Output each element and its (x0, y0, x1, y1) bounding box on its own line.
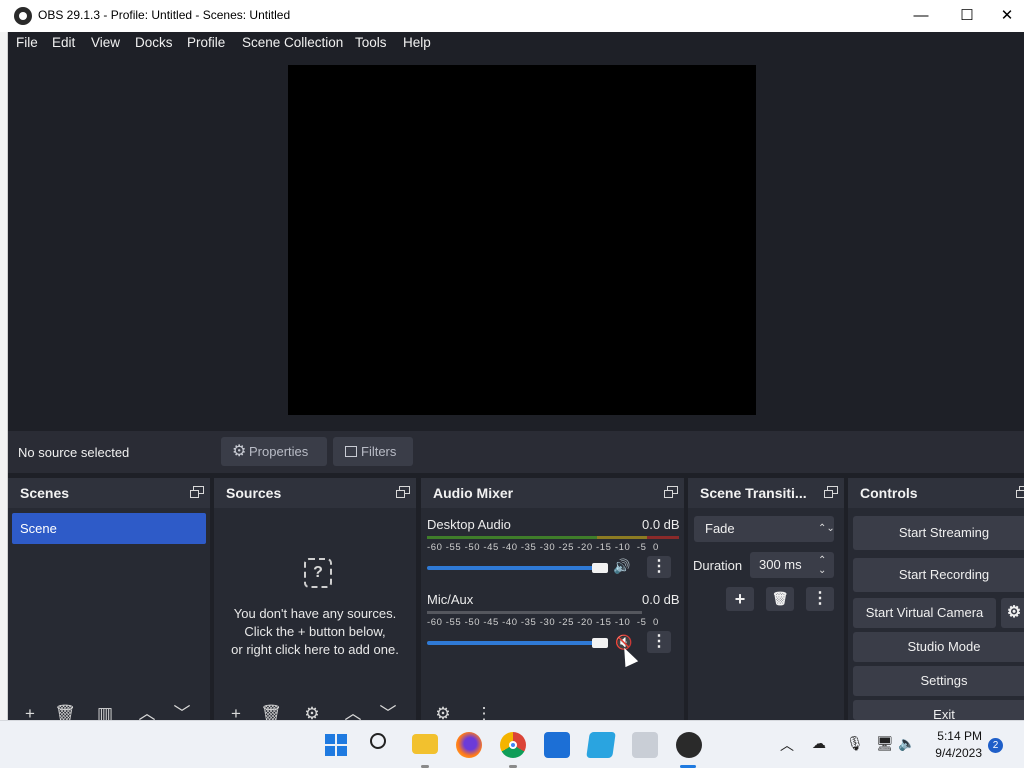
mic-aux-menu-button[interactable]: ⋮ (647, 631, 671, 653)
menu-bar: File Edit View Docks Profile Scene Colle… (8, 32, 1024, 56)
empty-sources-line2: Click the + button below, (244, 624, 386, 639)
menu-profile[interactable]: Profile (187, 35, 225, 50)
mic-aux-volume-handle[interactable] (592, 638, 608, 648)
app-icon-2[interactable] (632, 732, 658, 758)
decrement-icon[interactable]: ⌄ (818, 558, 826, 584)
float-dock-icon[interactable] (824, 486, 839, 499)
float-dock-icon[interactable] (396, 486, 411, 499)
properties-label: Properties (249, 444, 309, 459)
menu-edit[interactable]: Edit (52, 35, 75, 50)
float-dock-icon[interactable] (664, 486, 679, 499)
mic-aux-scale: -60 -55 -50 -45 -40 -35 -30 -25 -20 -15 … (427, 617, 659, 628)
mic-aux-meter (427, 611, 642, 614)
empty-sources-line1: You don't have any sources. (233, 606, 397, 621)
duration-value: 300 ms (759, 557, 802, 572)
obs-logo-icon (14, 7, 32, 25)
filter-icon (345, 446, 357, 457)
title-bar[interactable]: OBS 29.1.3 - Profile: Untitled - Scenes:… (0, 0, 1024, 32)
chevron-updown-icon: ⌃⌄ (818, 523, 835, 534)
taskbar: ︿ ☁ 🎙 🖥 🔈 5:14 PM 9/4/2023 2 (0, 720, 1024, 768)
sources-title: Sources (226, 485, 282, 501)
scene-transitions-title: Scene Transiti... (700, 485, 807, 501)
filters-label: Filters (361, 444, 397, 459)
controls-dock: Controls Start Streaming Start Recording… (848, 478, 1024, 720)
transition-select[interactable]: Fade ⌃⌄ (694, 516, 835, 542)
start-recording-button[interactable]: Start Recording (853, 558, 1024, 592)
desktop-audio-db: 0.0 dB (642, 517, 680, 532)
add-transition-button[interactable]: + (726, 587, 754, 611)
properties-button[interactable]: ⚙ Properties (221, 437, 327, 466)
menu-docks[interactable]: Docks (135, 35, 173, 50)
duration-label: Duration (693, 558, 743, 573)
menu-tools[interactable]: Tools (355, 35, 387, 50)
menu-file[interactable]: File (16, 35, 38, 50)
audio-mixer-title: Audio Mixer (433, 485, 514, 501)
transition-select-value: Fade (705, 521, 735, 536)
clock-date[interactable]: 9/4/2023 (932, 746, 982, 760)
exit-button[interactable]: Exit (853, 700, 1024, 720)
chevron-up-icon[interactable]: ︿ (780, 735, 794, 755)
mic-aux-volume-track[interactable] (427, 641, 605, 645)
desktop-audio-menu-button[interactable]: ⋮ (647, 556, 671, 578)
clock-time[interactable]: 5:14 PM (932, 729, 982, 743)
desktop-audio-meter-yellow (597, 536, 647, 539)
desktop-audio-scale: -60 -55 -50 -45 -40 -35 -30 -25 -20 -15 … (427, 542, 659, 553)
desktop-edge (0, 32, 8, 720)
start-streaming-button[interactable]: Start Streaming (853, 516, 1024, 550)
remove-transition-button[interactable]: 🗑 (766, 587, 794, 611)
mic-aux-label: Mic/Aux (427, 592, 474, 607)
float-dock-icon[interactable] (1016, 486, 1024, 499)
menu-view[interactable]: View (91, 35, 120, 50)
gear-icon: ⚙ (232, 443, 247, 460)
studio-mode-button[interactable]: Studio Mode (853, 632, 1024, 662)
obs-icon[interactable] (676, 732, 702, 758)
desktop-audio-meter-green (427, 536, 597, 539)
scene-list-item[interactable]: Scene (12, 513, 206, 544)
audio-mixer-dock: Audio Mixer Desktop Audio 0.0 dB -60 -55… (421, 478, 684, 723)
window-title: OBS 29.1.3 - Profile: Untitled - Scenes:… (38, 8, 291, 22)
filters-button[interactable]: Filters (333, 437, 413, 466)
scenes-dock: Scenes Scene + 🗑 ▥ ︿ ﹀ (8, 478, 210, 723)
transition-menu-button[interactable]: ⋮ (806, 587, 834, 611)
start-virtual-camera-button[interactable]: Start Virtual Camera (853, 598, 996, 628)
close-button[interactable]: ✕ (990, 0, 1024, 32)
microphone-icon[interactable]: 🎙 (846, 735, 864, 752)
preview-canvas[interactable] (288, 65, 756, 415)
microsoft-store-icon[interactable] (544, 732, 570, 758)
duration-spinbox[interactable]: 300 ms ⌃ ⌄ (750, 552, 834, 578)
minimize-button[interactable]: — (898, 0, 944, 32)
float-dock-icon[interactable] (190, 486, 205, 499)
chrome-center-icon (509, 741, 517, 749)
desktop-audio-label: Desktop Audio (427, 517, 511, 532)
network-icon[interactable]: 🖥 (876, 735, 894, 752)
notification-badge[interactable]: 2 (988, 738, 1003, 753)
firefox-icon[interactable] (456, 732, 482, 758)
maximize-button[interactable]: ☐ (944, 0, 990, 32)
virtual-camera-settings-gear-icon[interactable]: ⚙ (1001, 598, 1024, 628)
cloud-icon[interactable]: ☁ (812, 735, 826, 752)
desktop-audio-volume-track[interactable] (427, 566, 605, 570)
file-explorer-icon[interactable] (412, 734, 438, 754)
app-icon[interactable] (586, 732, 616, 758)
sources-dock: Sources ? You don't have any sources. Cl… (214, 478, 416, 723)
desktop-audio-volume-handle[interactable] (592, 563, 608, 573)
question-icon: ? (304, 558, 332, 588)
scenes-title: Scenes (20, 485, 70, 501)
windows-start-icon[interactable] (325, 734, 347, 756)
menu-scene-collection[interactable]: Scene Collection (242, 35, 343, 50)
source-context-bar (8, 431, 1024, 473)
scene-transitions-dock: Scene Transiti... Fade ⌃⌄ Duration 300 m… (688, 478, 844, 720)
mic-aux-db: 0.0 dB (642, 592, 680, 607)
search-icon[interactable] (370, 733, 386, 749)
settings-button[interactable]: Settings (853, 666, 1024, 696)
volume-icon[interactable]: 🔈 (898, 735, 915, 752)
no-source-label: No source selected (18, 445, 130, 460)
controls-title: Controls (860, 485, 918, 501)
speaker-icon[interactable]: 🔊 (613, 558, 633, 578)
menu-help[interactable]: Help (403, 35, 431, 50)
empty-sources-line3: or right click here to add one. (231, 642, 399, 657)
desktop-audio-meter-red (647, 536, 679, 539)
